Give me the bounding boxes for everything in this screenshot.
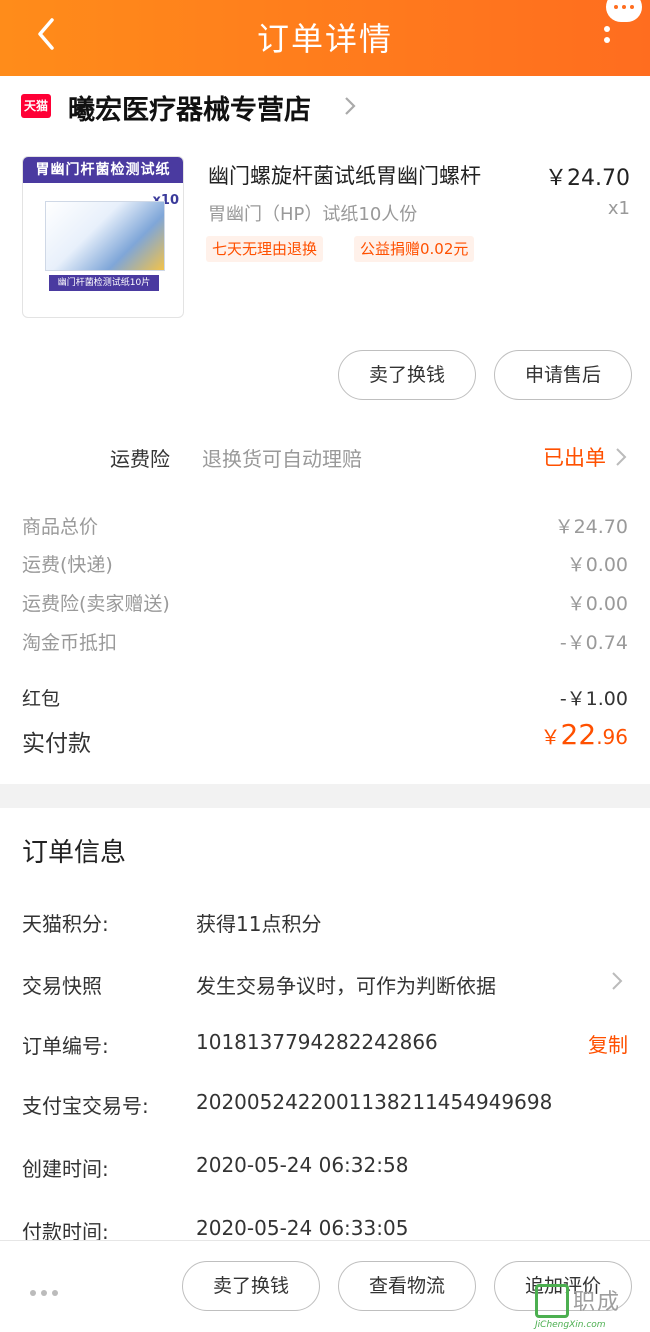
watermark-text: 职成	[573, 1290, 622, 1315]
sell-button[interactable]: 卖了换钱	[338, 350, 476, 400]
shop-name[interactable]: 曦宏医疗器械专营店	[68, 88, 311, 127]
product-image-caption: 幽门杆菌检测试纸10片	[49, 275, 159, 291]
chevron-right-icon[interactable]	[610, 970, 624, 992]
coin-deduction-label: 淘金币抵扣	[22, 632, 118, 654]
watermark-logo: 职成 JiChengXin.com	[535, 1282, 647, 1330]
product-image-banner: 胃幽门杆菌检测试纸	[23, 157, 183, 183]
bottom-sell-button[interactable]: 卖了换钱	[182, 1261, 320, 1311]
order-number-label: 订单编号:	[22, 1034, 109, 1058]
paid-amount: ￥22.96	[541, 718, 628, 751]
insurance-status[interactable]: 已出单	[543, 442, 606, 472]
snapshot-value[interactable]: 发生交易争议时，可作为判断依据	[196, 970, 496, 999]
shipping-insurance-value: ￥0.00	[566, 593, 628, 615]
product-image[interactable]: 胃幽门杆菌检测试纸 x10 幽门杆菌检测试纸10片	[22, 156, 184, 318]
snapshot-label[interactable]: 交易快照	[22, 970, 102, 999]
alipay-number-value: 2020052422001138211454949698	[196, 1090, 553, 1114]
charity-tag: 公益捐赠0.02元	[354, 236, 475, 262]
paid-label: 实付款	[22, 731, 91, 757]
chevron-right-icon[interactable]	[614, 446, 628, 468]
view-logistics-button[interactable]: 查看物流	[338, 1261, 476, 1311]
shipping-insurance-label: 运费险(卖家赠送)	[22, 593, 170, 615]
after-sale-button[interactable]: 申请售后	[494, 350, 632, 400]
product-quantity: x1	[607, 198, 630, 219]
coin-deduction-value: -￥0.74	[559, 632, 628, 654]
insurance-desc: 退换货可自动理赔	[202, 447, 362, 471]
paid-decimal: .96	[596, 725, 628, 749]
insurance-label: 运费险	[110, 447, 170, 471]
copy-button[interactable]: 复制	[588, 1029, 628, 1058]
created-time-label: 创建时间:	[22, 1157, 109, 1181]
product-title[interactable]: 幽门螺旋杆菌试纸胃幽门螺杆	[208, 160, 481, 190]
red-packet-label: 红包	[22, 688, 61, 710]
return-policy-tag: 七天无理由退换	[206, 236, 324, 262]
more-menu-icon[interactable]	[604, 26, 610, 52]
paid-integer: 22	[560, 718, 597, 751]
created-time-value: 2020-05-24 06:32:58	[196, 1153, 409, 1177]
tmall-badge-icon: 天猫	[21, 94, 51, 118]
shop-row[interactable]: 天猫 曦宏医疗器械专营店	[0, 76, 650, 138]
watermark-subtext: JiChengXin.com	[535, 1320, 606, 1330]
alipay-number-label: 支付宝交易号:	[22, 1094, 149, 1118]
subtotal-value: ￥24.70	[554, 516, 628, 538]
paid-currency: ￥	[540, 725, 561, 749]
more-dots-icon[interactable]	[30, 1281, 64, 1296]
points-value: 获得11点积分	[196, 912, 322, 936]
shipping-label: 运费(快递)	[22, 554, 113, 576]
subtotal-label: 商品总价	[22, 516, 99, 538]
product-price: ￥24.70	[545, 166, 630, 191]
red-packet-value: -￥1.00	[559, 688, 628, 710]
page-title: 订单详情	[256, 20, 393, 58]
chevron-right-icon	[345, 97, 356, 115]
paid-time-value: 2020-05-24 06:33:05	[196, 1216, 409, 1240]
product-sku: 胃幽门（HP）试纸10人份	[208, 204, 418, 225]
app-header: 订单详情	[0, 0, 650, 76]
order-number-value: 1018137794282242866	[196, 1030, 438, 1054]
shipping-value: ￥0.00	[566, 554, 628, 576]
points-label: 天猫积分:	[22, 912, 109, 936]
watermark-icon	[535, 1284, 569, 1318]
section-divider	[0, 784, 650, 808]
product-box-graphic	[45, 201, 165, 271]
order-info-title: 订单信息	[22, 838, 127, 868]
